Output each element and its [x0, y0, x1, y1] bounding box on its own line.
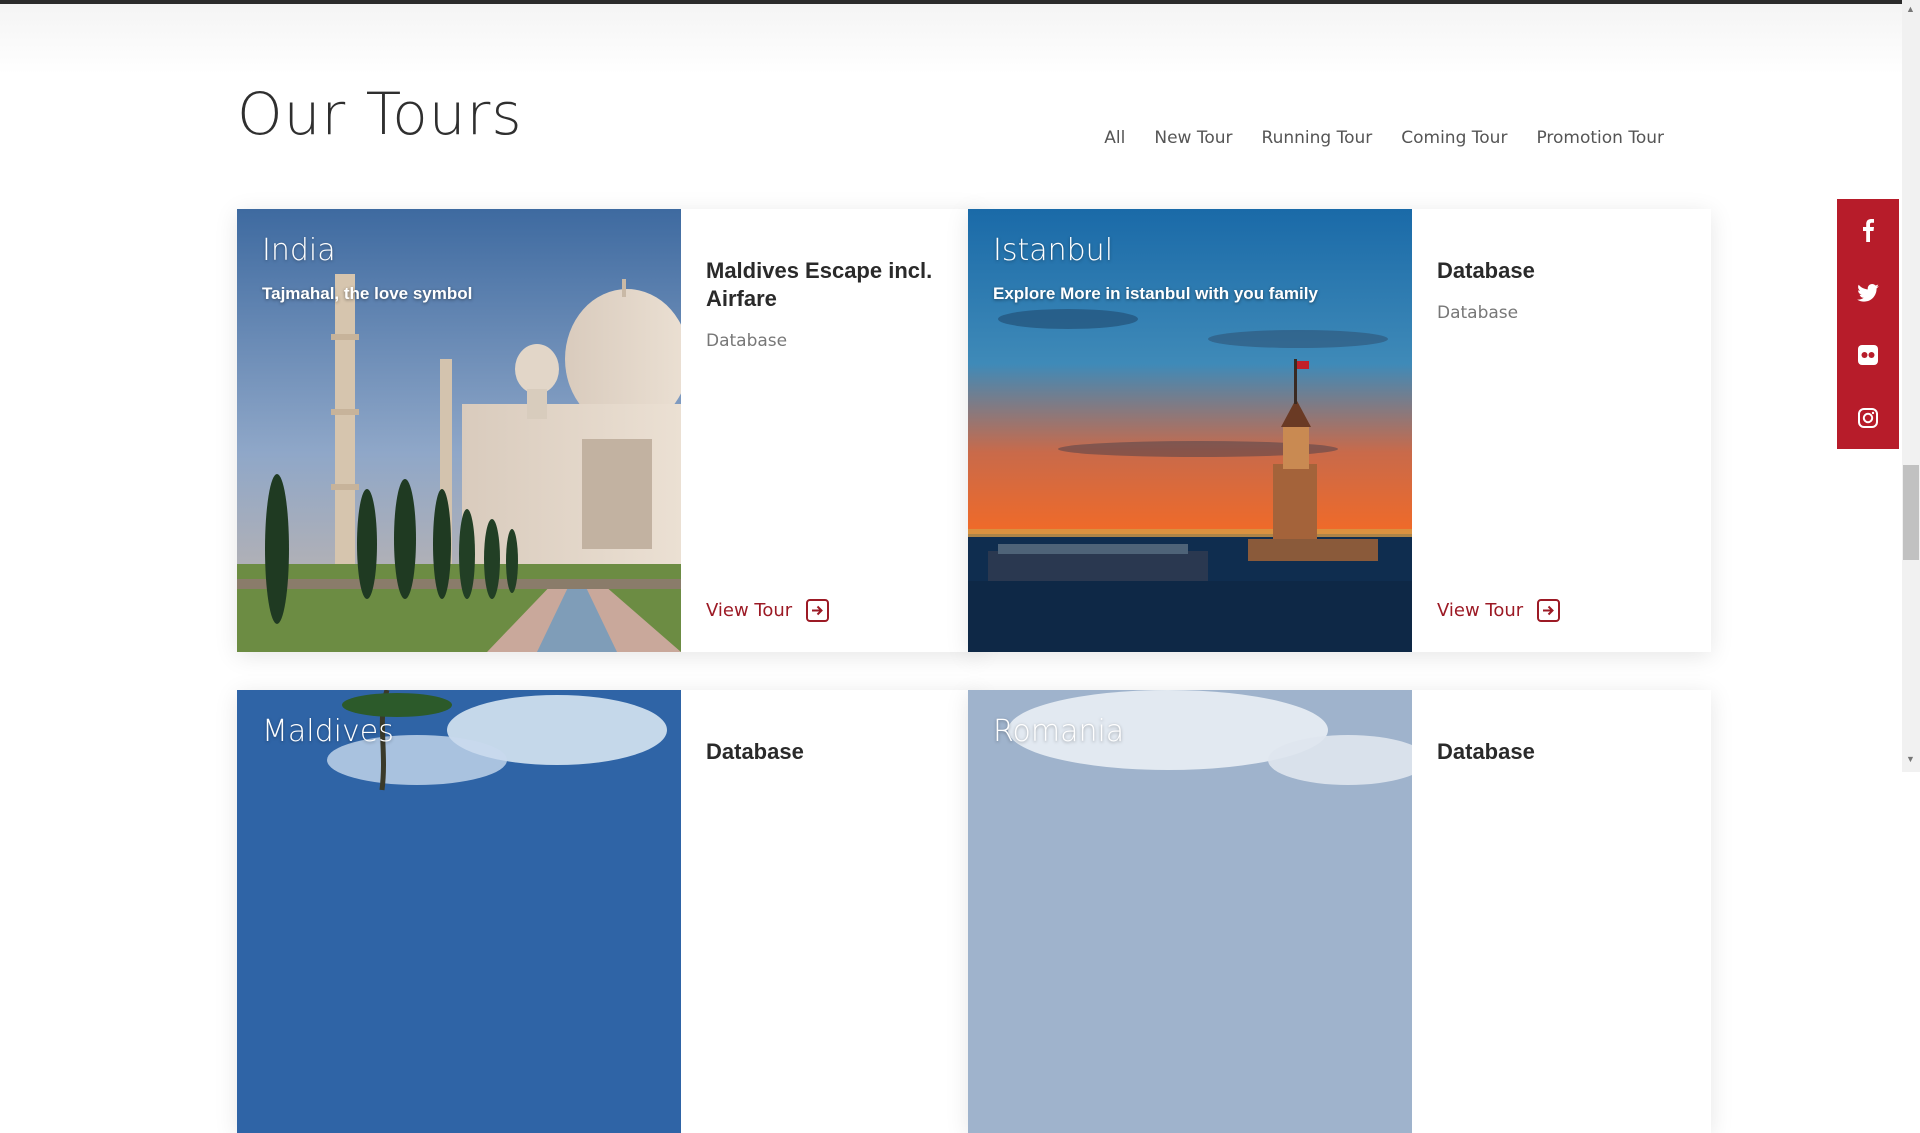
tour-description: Database [1437, 303, 1519, 323]
tour-card-maldives: Maldives Database [237, 690, 980, 1133]
view-tour-link[interactable]: View Tour [1437, 599, 1561, 622]
tour-card-india: India Tajmahal, the love symbol Maldives… [237, 209, 980, 652]
tour-info: Database Database [1437, 209, 1687, 652]
tour-filter-nav: All New Tour Running Tour Coming Tour Pr… [1104, 128, 1664, 148]
tour-place: Romania [993, 714, 1125, 749]
tour-card-romania: Romania Database [968, 690, 1711, 1133]
view-tour-link[interactable]: View Tour [706, 599, 830, 622]
tour-tagline: Tajmahal, the love symbol [262, 284, 473, 303]
filter-running-tour[interactable]: Running Tour [1262, 128, 1373, 148]
view-tour-label: View Tour [1437, 600, 1524, 621]
tour-image-india [237, 209, 681, 652]
scrollbar-track[interactable] [1902, 0, 1920, 772]
tour-heading: Database [706, 739, 804, 764]
tour-info: Database [706, 690, 956, 1133]
tour-heading: Database [1437, 258, 1535, 283]
tour-description: Database [706, 331, 788, 351]
flickr-icon[interactable] [1837, 324, 1899, 387]
arrow-right-icon [1537, 599, 1561, 622]
tour-image-istanbul [968, 209, 1412, 652]
tour-place: Maldives [262, 714, 394, 749]
scrollbar-thumb[interactable] [1903, 465, 1919, 560]
section-title: Our Tours [237, 80, 523, 148]
filter-promotion-tour[interactable]: Promotion Tour [1536, 128, 1664, 148]
scroll-up-icon[interactable]: ▲ [1906, 4, 1915, 14]
arrow-right-icon [806, 599, 830, 622]
tour-heading: Database [1437, 739, 1535, 764]
tour-heading: Maldives Escape incl. Airfare [706, 258, 933, 311]
facebook-icon[interactable] [1837, 199, 1899, 262]
tour-info: Database [1437, 690, 1687, 1133]
filter-coming-tour[interactable]: Coming Tour [1401, 128, 1507, 148]
tour-place: Istanbul [993, 233, 1114, 268]
tour-tagline: Explore More in istanbul with you family [993, 284, 1318, 303]
view-tour-label: View Tour [706, 600, 793, 621]
header-shadow [0, 4, 1902, 74]
filter-all[interactable]: All [1104, 128, 1125, 148]
social-sidebar [1837, 199, 1899, 449]
tour-image-romania [968, 690, 1412, 1133]
filter-new-tour[interactable]: New Tour [1154, 128, 1232, 148]
tour-info: Maldives Escape incl. Airfare Database [706, 209, 956, 652]
instagram-icon[interactable] [1837, 387, 1899, 450]
tour-place: India [262, 233, 336, 268]
scroll-down-icon[interactable]: ▼ [1906, 754, 1915, 764]
tour-image-maldives [237, 690, 681, 1133]
tour-card-istanbul: Istanbul Explore More in istanbul with y… [968, 209, 1711, 652]
twitter-icon[interactable] [1837, 262, 1899, 325]
